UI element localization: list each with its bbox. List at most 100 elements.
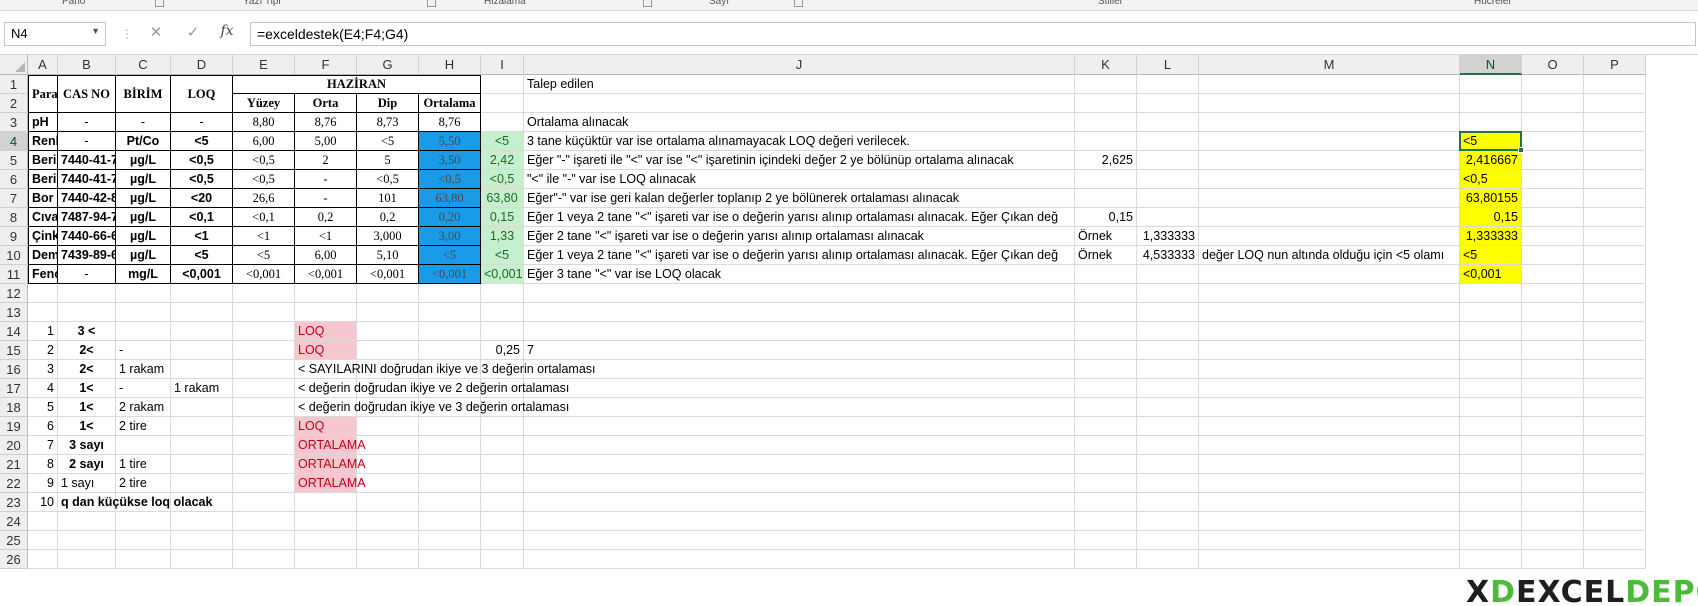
cell-a15[interactable]: 2 [28, 341, 58, 360]
cell-i15[interactable]: 0,25 [481, 341, 524, 360]
cell-k10[interactable]: Örnek [1075, 246, 1137, 265]
cell-f16[interactable]: < SAYILARINI doğrudan ikiye ve 3 değerin… [295, 360, 596, 379]
cell-i10[interactable]: <5 [481, 246, 524, 265]
grid-cell[interactable] [524, 474, 1075, 493]
cell-j10[interactable]: Eğer 1 veya 2 tane "<" işareti var ise o… [524, 246, 1075, 265]
grid-cell[interactable] [524, 436, 1075, 455]
cell-l10[interactable]: 4,533333 [1137, 246, 1199, 265]
grid-cell[interactable] [1199, 170, 1460, 189]
dialog-launcher-icon[interactable] [155, 0, 164, 7]
grid-cell[interactable] [1199, 284, 1460, 303]
row-header-10[interactable]: 10 [0, 246, 28, 265]
cell-j15[interactable]: 7 [524, 341, 1075, 360]
cell-g3[interactable]: 8,73 [357, 113, 419, 132]
cell-a14[interactable]: 1 [28, 322, 58, 341]
grid-cell[interactable] [1199, 189, 1460, 208]
grid-cell[interactable] [1199, 303, 1460, 322]
cell-i8[interactable]: 0,15 [481, 208, 524, 227]
grid-cell[interactable] [524, 360, 1075, 379]
grid-cell[interactable] [1137, 493, 1199, 512]
grid-cell[interactable] [481, 493, 524, 512]
cell-d9[interactable]: <1 [171, 227, 233, 246]
row-header-22[interactable]: 22 [0, 474, 28, 493]
cell-a16[interactable]: 3 [28, 360, 58, 379]
grid-cell[interactable] [357, 303, 419, 322]
grid-cell[interactable] [1584, 227, 1646, 246]
cell-a11[interactable]: Fenoller [28, 265, 81, 284]
row-header-24[interactable]: 24 [0, 512, 28, 531]
grid-cell[interactable] [1584, 284, 1646, 303]
grid-cell[interactable] [1584, 550, 1646, 569]
cell-f14[interactable]: LOQ [295, 322, 357, 341]
cell-j11[interactable]: Eğer 3 tane "<" var ise LOQ olacak [524, 265, 1075, 284]
grid-cell[interactable] [1584, 265, 1646, 284]
cell-f21[interactable]: ORTALAMA [295, 455, 366, 474]
grid-cell[interactable] [1522, 550, 1584, 569]
column-header-d[interactable]: D [171, 55, 233, 75]
grid-cell[interactable] [357, 417, 419, 436]
grid-cell[interactable] [524, 512, 1075, 531]
row-header-7[interactable]: 7 [0, 189, 28, 208]
cell-e7[interactable]: 26,6 [233, 189, 295, 208]
grid-cell[interactable] [1460, 493, 1522, 512]
grid-cell[interactable] [233, 550, 295, 569]
grid-cell[interactable] [233, 322, 295, 341]
cell-d7[interactable]: <20 [171, 189, 233, 208]
cell-c7[interactable]: µg/L [116, 189, 171, 208]
grid-cell[interactable] [171, 455, 233, 474]
cell-k8[interactable]: 0,15 [1075, 208, 1137, 227]
cell-a18[interactable]: 5 [28, 398, 58, 417]
row-header-19[interactable]: 19 [0, 417, 28, 436]
cell-d6[interactable]: <0,5 [171, 170, 233, 189]
cell-a1[interactable]: Parametre [28, 75, 89, 113]
cell-n11[interactable]: <0,001 [1460, 265, 1522, 284]
cell-b20[interactable]: 3 sayı [58, 436, 116, 455]
cell-b8[interactable]: 7487-94-7 [58, 208, 116, 227]
grid-cell[interactable] [1522, 151, 1584, 170]
grid-cell[interactable] [1522, 208, 1584, 227]
row-header-13[interactable]: 13 [0, 303, 28, 322]
grid-cell[interactable] [1460, 284, 1522, 303]
grid-cell[interactable] [357, 474, 419, 493]
grid-cell[interactable] [1075, 189, 1137, 208]
grid-cell[interactable] [233, 341, 295, 360]
cell-f2[interactable]: Orta [295, 94, 357, 113]
cell-c22[interactable]: 2 tire [116, 474, 171, 493]
cell-g9[interactable]: 3,000 [357, 227, 419, 246]
grid-cell[interactable] [1522, 341, 1584, 360]
cell-d10[interactable]: <5 [171, 246, 233, 265]
cell-b3[interactable]: - [58, 113, 116, 132]
grid-cell[interactable] [1199, 132, 1460, 151]
cell-n4[interactable]: <5 [1460, 132, 1522, 151]
grid-cell[interactable] [233, 474, 295, 493]
fx-icon[interactable]: fx [216, 23, 238, 39]
grid-cell[interactable] [1199, 550, 1460, 569]
fill-handle[interactable] [1518, 147, 1524, 153]
cell-n7[interactable]: 63,80155 [1460, 189, 1522, 208]
grid-cell[interactable] [1584, 303, 1646, 322]
grid-cell[interactable] [171, 512, 233, 531]
grid-cell[interactable] [481, 284, 524, 303]
cell-e2[interactable]: Yüzey [233, 94, 295, 113]
cell-b19[interactable]: 1< [58, 417, 116, 436]
grid-cell[interactable] [1199, 265, 1460, 284]
row-header-20[interactable]: 20 [0, 436, 28, 455]
grid-cell[interactable] [295, 303, 357, 322]
grid-cell[interactable] [1584, 189, 1646, 208]
grid-cell[interactable] [1137, 512, 1199, 531]
cell-e5[interactable]: <0,5 [233, 151, 295, 170]
grid-cell[interactable] [116, 436, 171, 455]
grid-cell[interactable] [1460, 341, 1522, 360]
column-header-k[interactable]: K [1075, 55, 1137, 75]
cell-d11[interactable]: <0,001 [171, 265, 233, 284]
cell-f15[interactable]: LOQ [295, 341, 357, 360]
cell-b22[interactable]: 1 sayı [58, 474, 116, 493]
cell-f18[interactable]: < değerin doğrudan ikiye ve 3 değerin or… [295, 398, 569, 417]
grid-cell[interactable] [1075, 94, 1137, 113]
grid-cell[interactable] [116, 550, 171, 569]
grid-cell[interactable] [295, 550, 357, 569]
cell-l9[interactable]: 1,333333 [1137, 227, 1199, 246]
cell-h7[interactable]: 63,80 [419, 189, 481, 208]
grid-cell[interactable] [171, 417, 233, 436]
row-header-14[interactable]: 14 [0, 322, 28, 341]
